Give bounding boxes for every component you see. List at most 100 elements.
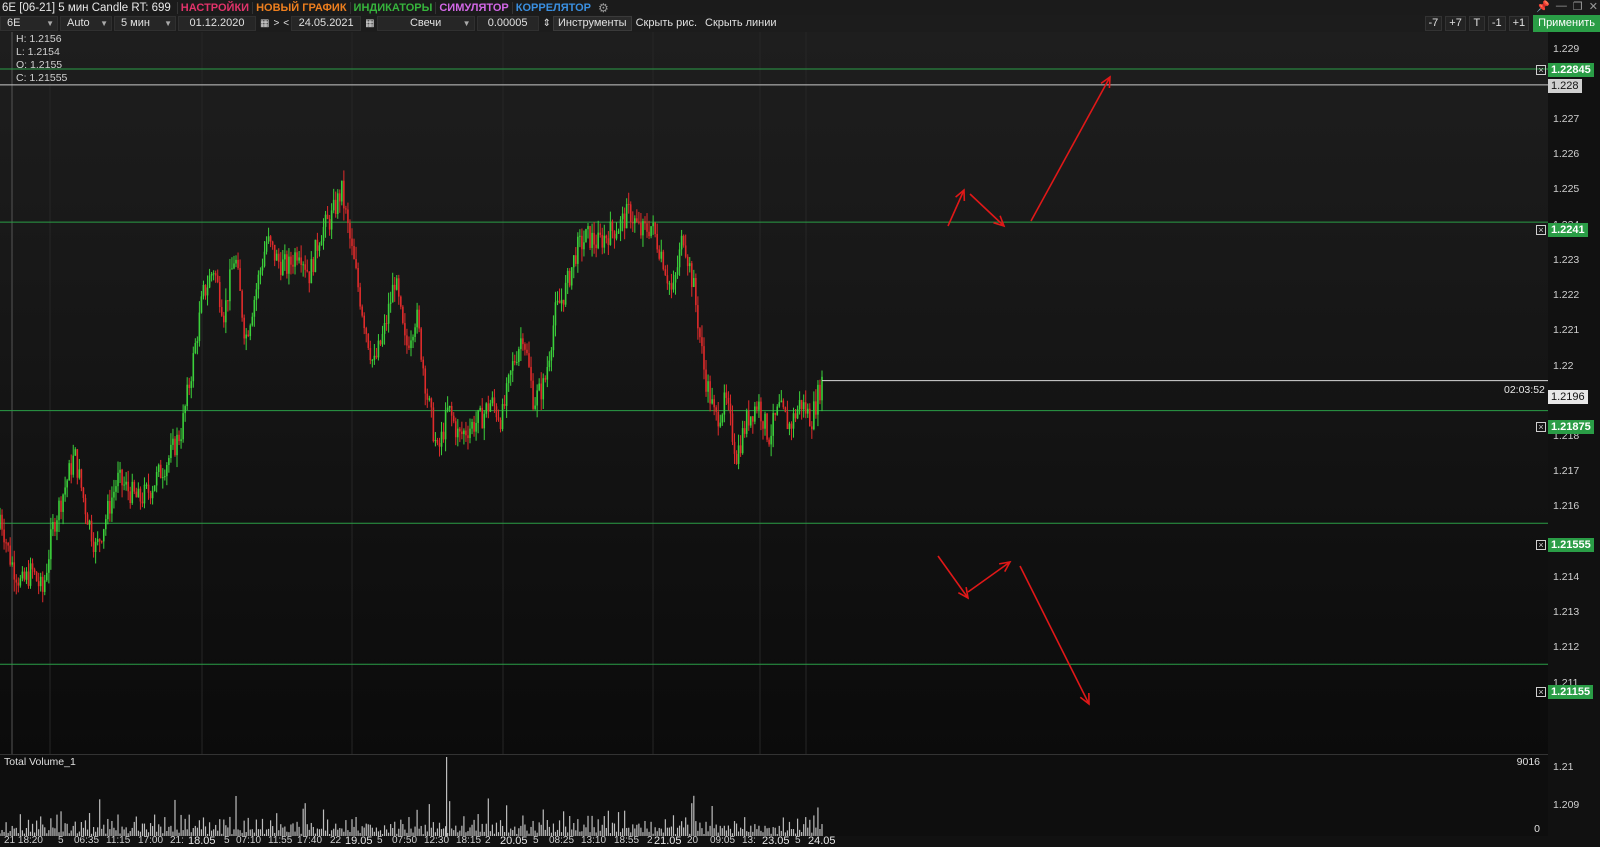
candle-body (70, 463, 73, 475)
step-plus-7-button[interactable]: +7 (1445, 16, 1466, 31)
remove-level-5-icon[interactable]: × (1536, 687, 1546, 697)
candle-body (245, 334, 247, 339)
volume-bar (133, 821, 135, 837)
candle-body (243, 317, 245, 339)
volume-bar (135, 816, 137, 837)
remove-level-4-icon[interactable]: × (1536, 540, 1546, 550)
candle-body (251, 316, 254, 326)
price-chart[interactable]: H: 1.2156 L: 1.2154 O: 1.2155 C: 1.21555… (0, 32, 1548, 754)
candle-body (351, 238, 353, 246)
mode-value: Auto (67, 17, 90, 29)
chart-type-select[interactable]: Свечи ▼ (376, 16, 475, 31)
instruments-button[interactable]: Инструменты (552, 16, 632, 31)
volume-bar (809, 819, 811, 837)
menu-correlator[interactable]: КОРРЕЛЯТОР (511, 1, 594, 14)
pin-icon[interactable]: 📌 (1536, 0, 1550, 13)
candle-body (200, 296, 203, 313)
volume-bar (149, 823, 152, 837)
candle-body (572, 255, 575, 268)
candle-body (334, 199, 337, 215)
candle-body (676, 267, 679, 275)
calendar-icon[interactable]: ▦ (363, 18, 376, 29)
candle-body (9, 545, 11, 565)
candle-body (231, 268, 233, 270)
volume-bar (154, 814, 156, 837)
symbol-select[interactable]: 6E ▼ (0, 16, 58, 31)
volume-bar (432, 822, 434, 837)
apply-button[interactable]: Применить (1533, 15, 1600, 32)
candle-body (422, 359, 425, 369)
volume-bar (208, 822, 211, 837)
volume-bar (243, 820, 245, 837)
menu-settings[interactable]: НАСТРОЙКИ (176, 1, 252, 14)
volume-bar (202, 817, 205, 837)
hide-lines-button[interactable]: Скрыть линии (701, 16, 781, 31)
date-to-input[interactable]: 24.05.2021 (291, 16, 362, 31)
candle-body (318, 245, 321, 251)
volume-bar (400, 819, 402, 837)
stepper-icon[interactable]: ⇕ (541, 18, 553, 29)
candle-body (320, 241, 323, 246)
candle-body (19, 578, 22, 586)
remove-level-3-icon[interactable]: × (1536, 422, 1546, 432)
step-minus-7-button[interactable]: -7 (1424, 16, 1443, 31)
step-plus-1-button[interactable]: +1 (1508, 16, 1530, 31)
time-axis-label: 07:10 (236, 836, 262, 846)
candle-body (66, 480, 68, 488)
remove-level-1-icon[interactable]: × (1536, 65, 1546, 75)
candle-body (166, 464, 168, 477)
candle-body (1, 514, 3, 530)
candle-body (273, 244, 276, 261)
candle-body (693, 278, 695, 288)
candle-body (5, 542, 7, 544)
candle-body (149, 492, 152, 499)
volume-panel[interactable]: Total Volume_1 9016 0 (0, 754, 1548, 837)
tick-size-input[interactable]: 0.00005 (476, 16, 539, 31)
date-from-input[interactable]: 01.12.2020 (178, 16, 256, 31)
hide-drawings-button[interactable]: Скрыть рис. (632, 16, 701, 31)
step-minus-1-button[interactable]: -1 (1487, 16, 1506, 31)
price-tick: 1.21 (1553, 761, 1574, 773)
candle-body (796, 409, 799, 419)
time-axis[interactable]: 21 18:20 5 06:35 11:15 17:00 21: 18.05 5 07:10 11… (0, 836, 1548, 847)
candle-body (68, 463, 70, 481)
next-button[interactable]: > (271, 18, 281, 29)
candle-body (212, 273, 215, 275)
menu-simulator[interactable]: СИМУЛЯТОР (435, 1, 511, 14)
mode-select[interactable]: Auto ▼ (60, 16, 112, 31)
time-axis-label: 5 (377, 836, 383, 846)
candle-body (56, 520, 58, 532)
timeframe-select[interactable]: 5 мин ▼ (114, 16, 176, 31)
chevron-down-icon: ▼ (462, 19, 471, 28)
volume-bar (473, 819, 475, 837)
volume-max-label: 9016 (1516, 756, 1540, 768)
remove-level-2-icon[interactable]: × (1536, 225, 1546, 235)
candle-body (798, 400, 801, 410)
volume-bar (522, 815, 524, 837)
step-t-button[interactable]: T (1468, 16, 1485, 31)
calendar-icon[interactable]: ▦ (258, 18, 271, 29)
time-axis-label: 11:55 (268, 836, 293, 846)
gears-icon[interactable]: ⚙ (594, 1, 609, 15)
minimize-icon[interactable]: — (1556, 0, 1567, 13)
menu-indicators[interactable]: ИНДИКАТОРЫ (349, 1, 436, 14)
candle-body (76, 449, 79, 478)
candle-body (754, 406, 756, 422)
menu-new-chart[interactable]: НОВЫЙ ГРАФИК (252, 1, 349, 14)
candle-body (74, 449, 77, 456)
candle-body (50, 529, 52, 560)
close-icon[interactable]: ✕ (1589, 0, 1598, 13)
candle-body (764, 413, 766, 429)
candles-canvas[interactable] (0, 32, 1548, 754)
candle-body (223, 315, 225, 323)
candle-body (477, 410, 479, 423)
prev-button[interactable]: < (281, 18, 291, 29)
candle-body (381, 333, 384, 345)
candle-body (182, 413, 184, 440)
time-axis-label: 13:10 (581, 836, 607, 846)
candle-body (363, 315, 366, 329)
restore-icon[interactable]: ❐ (1573, 0, 1583, 13)
candle-body (229, 269, 231, 302)
candle-body (400, 296, 402, 307)
price-axis[interactable]: 1.2291.2281.2271.2261.2251.2241.2231.222… (1548, 32, 1600, 754)
